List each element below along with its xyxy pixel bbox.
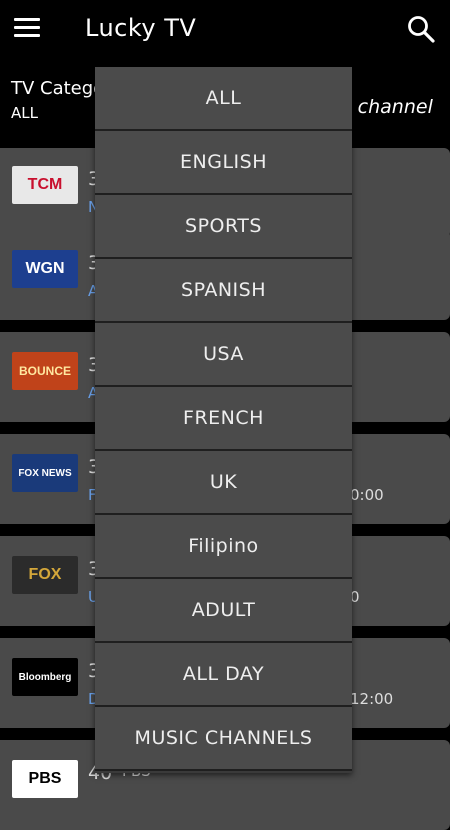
- channel-time: 0:00: [350, 486, 384, 504]
- dropdown-option-adult[interactable]: ADULT: [95, 579, 352, 643]
- dropdown-option-music-channels[interactable]: MUSIC CHANNELS: [95, 707, 352, 771]
- channel-logo-text: Bloomberg: [18, 671, 72, 683]
- channel-logo-text: PBS: [28, 770, 62, 787]
- dropdown-option-spanish[interactable]: SPANISH: [95, 259, 352, 323]
- channel-logo: Bloomberg: [12, 658, 78, 696]
- channel-time: 12:00: [350, 690, 394, 708]
- channel-logo-text: WGN: [25, 260, 65, 277]
- dropdown-option-usa[interactable]: USA: [95, 323, 352, 387]
- channel-logo: BOUNCE: [12, 352, 78, 390]
- channel-logo: PBS: [12, 760, 78, 798]
- channel-logo-text: TCM: [27, 176, 63, 193]
- dropdown-option-all-day[interactable]: ALL DAY: [95, 643, 352, 707]
- category-dropdown: ALL ENGLISH SPORTS SPANISH USA FRENCH UK…: [95, 67, 352, 773]
- app-title: Lucky TV: [85, 14, 197, 42]
- category-label: TV Catego: [11, 78, 105, 99]
- channel-logo: FOX NEWS: [12, 454, 78, 492]
- category-value[interactable]: ALL: [11, 104, 38, 122]
- dropdown-option-english[interactable]: ENGLISH: [95, 131, 352, 195]
- hamburger-menu-icon[interactable]: [14, 18, 40, 38]
- search-icon[interactable]: [406, 14, 436, 44]
- dropdown-option-french[interactable]: FRENCH: [95, 387, 352, 451]
- channel-logo: FOX: [12, 556, 78, 594]
- channel-logo-text: BOUNCE: [18, 364, 71, 378]
- channel-logo: TCM: [12, 166, 78, 204]
- dropdown-option-filipino[interactable]: Filipino: [95, 515, 352, 579]
- channel-logo-text: FOX: [28, 566, 62, 583]
- dropdown-option-uk[interactable]: UK: [95, 451, 352, 515]
- dropdown-option-all[interactable]: ALL: [95, 67, 352, 131]
- channel-logo-text: FOX NEWS: [18, 467, 72, 479]
- header-right-text: o channel: [340, 96, 433, 118]
- app-bar: Lucky TV: [0, 0, 450, 60]
- channel-logo: WGN: [12, 250, 78, 288]
- dropdown-option-sports[interactable]: SPORTS: [95, 195, 352, 259]
